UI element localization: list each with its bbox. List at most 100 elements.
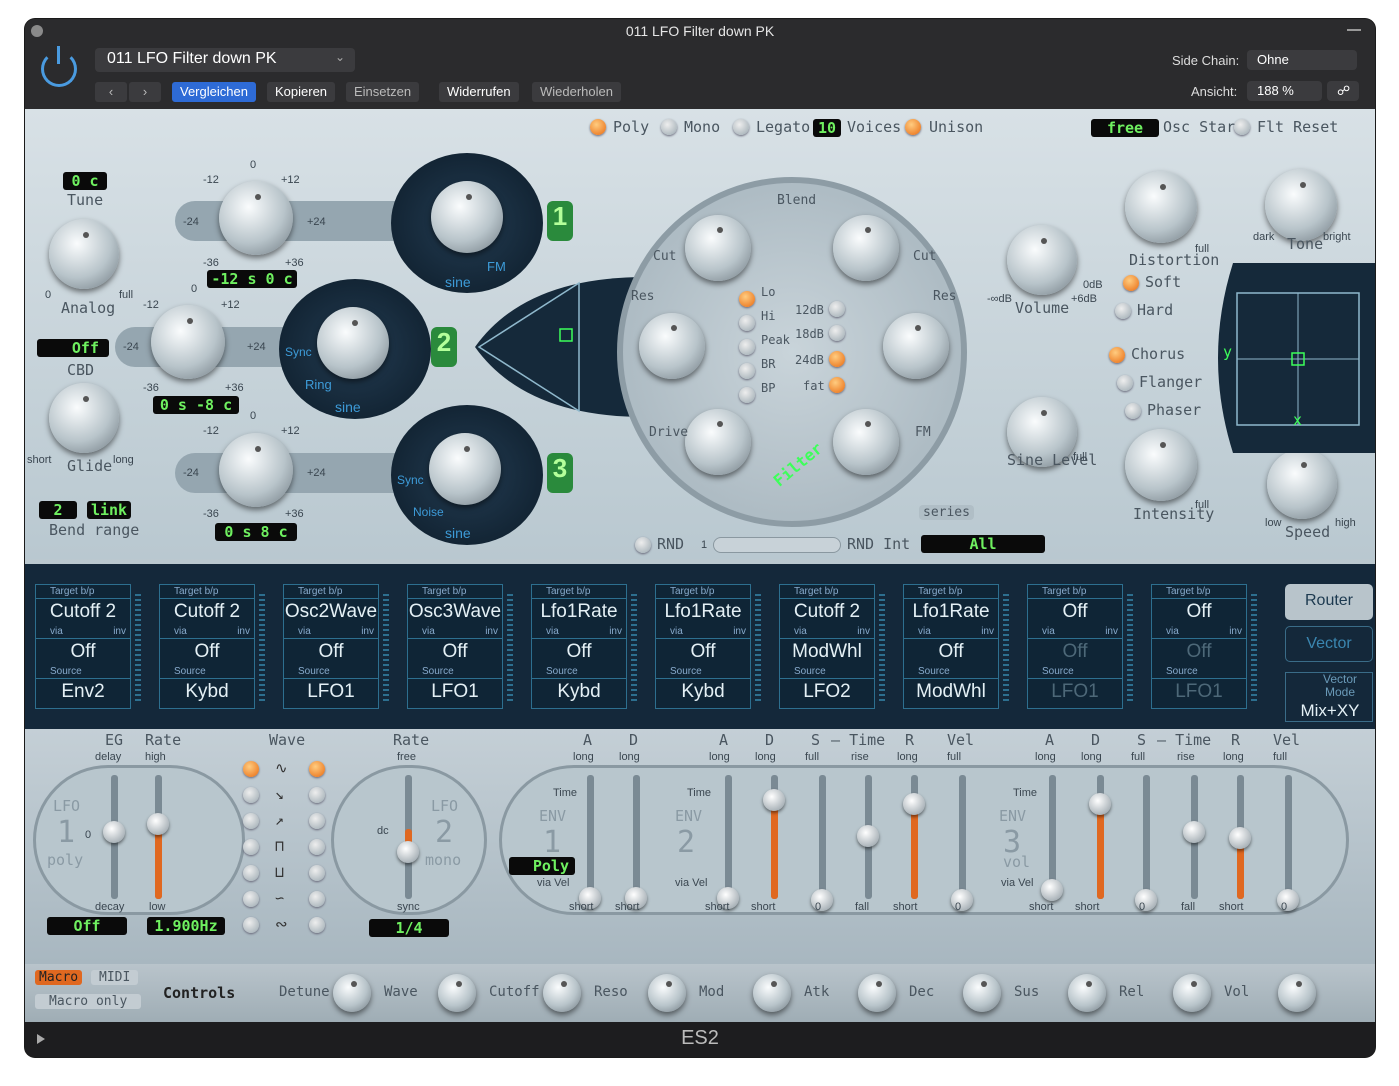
lo-led[interactable] [739, 291, 755, 307]
slot-source[interactable]: Env2 [36, 679, 130, 705]
hard-led[interactable] [1115, 303, 1131, 319]
macro-knob[interactable] [1173, 974, 1211, 1012]
rnd-led[interactable] [635, 537, 651, 553]
lfo2-wave-led[interactable] [309, 761, 325, 777]
slot-intensity-slider[interactable] [1127, 594, 1133, 704]
lfo1-wave-led[interactable] [243, 891, 259, 907]
slot-source[interactable]: ModWhl [904, 679, 998, 705]
slot-via[interactable]: Off [1152, 639, 1246, 665]
speed-knob[interactable] [1267, 449, 1337, 519]
lfo2-rate-fader[interactable] [397, 841, 419, 863]
filter1-res-knob[interactable] [639, 313, 705, 379]
lfo2-wave-led[interactable] [309, 813, 325, 829]
slot-intensity-slider[interactable] [1003, 594, 1009, 704]
slot-source[interactable]: LFO1 [1152, 679, 1246, 705]
next-preset-button[interactable]: › [129, 82, 161, 102]
macro-knob[interactable] [543, 974, 581, 1012]
macro-knob[interactable] [858, 974, 896, 1012]
chorus-led[interactable] [1109, 347, 1125, 363]
osc3-pitch-display[interactable]: 0 s 8 c [215, 523, 297, 541]
undo-button[interactable]: Widerrufen [439, 82, 519, 102]
slot-source[interactable]: Kybd [656, 679, 750, 705]
fat-led[interactable] [829, 377, 845, 393]
slot-source[interactable]: LFO1 [284, 679, 378, 705]
slot-via[interactable]: ModWhl [780, 639, 874, 665]
osc1-wave-knob[interactable] [431, 181, 503, 253]
vector-button[interactable]: Vector [1285, 626, 1373, 662]
router-button[interactable]: Router [1285, 584, 1373, 620]
slot-target[interactable]: Cutoff 2 [160, 599, 254, 625]
slot-via[interactable]: Off [408, 639, 502, 665]
lfo1-wave-led[interactable] [243, 787, 259, 803]
slot-intensity-slider[interactable] [383, 594, 389, 704]
soft-led[interactable] [1123, 275, 1139, 291]
volume-knob[interactable] [1007, 225, 1077, 295]
tune-display[interactable]: 0 c [63, 172, 107, 190]
filter-fm-knob[interactable] [833, 409, 899, 475]
slot-via[interactable]: Off [284, 639, 378, 665]
slot-target[interactable]: Cutoff 2 [780, 599, 874, 625]
slot-intensity-slider[interactable] [507, 594, 513, 704]
macro-knob[interactable] [1068, 974, 1106, 1012]
phaser-led[interactable] [1125, 403, 1141, 419]
osc1-pitch-knob[interactable] [219, 181, 293, 255]
glide-knob[interactable] [49, 383, 119, 453]
paste-button[interactable]: Einsetzen [346, 82, 420, 102]
macro-knob[interactable] [438, 974, 476, 1012]
rnd-target-display[interactable]: All [921, 535, 1045, 553]
osc2-wave-knob[interactable] [317, 307, 389, 379]
copy-button[interactable]: Kopieren [267, 82, 336, 102]
osc2-pitch-display[interactable]: 0 s -8 c [153, 396, 239, 414]
slot-intensity-slider[interactable] [631, 594, 637, 704]
distortion-knob[interactable] [1125, 171, 1197, 243]
macro-knob[interactable] [648, 974, 686, 1012]
unison-led[interactable] [905, 119, 921, 135]
macro-tab[interactable]: Macro [35, 970, 83, 985]
osc1-toggle[interactable]: 1 [547, 201, 573, 241]
cbd-display[interactable]: Off [37, 339, 109, 357]
slot-target[interactable]: Osc3Wave [408, 599, 502, 625]
voices-display[interactable]: 10 [813, 119, 841, 137]
slot-target[interactable]: Cutoff 2 [36, 599, 130, 625]
lfo1-eg-fader[interactable] [103, 821, 125, 843]
slot-intensity-slider[interactable] [1251, 594, 1257, 704]
filter2-res-knob[interactable] [883, 313, 949, 379]
link-icon[interactable]: ☍ [1327, 81, 1359, 101]
macro-knob[interactable] [963, 974, 1001, 1012]
slot-source[interactable]: Kybd [160, 679, 254, 705]
slot-intensity-slider[interactable] [755, 594, 761, 704]
flanger-led[interactable] [1117, 375, 1133, 391]
slot-via[interactable]: Off [160, 639, 254, 665]
macro-knob[interactable] [753, 974, 791, 1012]
env1-mode-display[interactable]: Poly [509, 857, 575, 875]
env-fader[interactable] [857, 825, 879, 847]
env-fader[interactable] [1089, 793, 1111, 815]
view-zoom-select[interactable]: 188 % [1247, 81, 1322, 101]
slot-target[interactable]: Lfo1Rate [656, 599, 750, 625]
slot-via[interactable]: Off [904, 639, 998, 665]
osc-start-display[interactable]: free [1091, 119, 1159, 137]
slot-target[interactable]: Off [1152, 599, 1246, 625]
poly-led[interactable] [590, 119, 606, 135]
vector-mode-field[interactable]: Vector Mode Mix+XY [1285, 672, 1373, 722]
lfo1-wave-led[interactable] [243, 761, 259, 777]
bp-led[interactable] [739, 387, 755, 403]
lfo2-wave-led[interactable] [309, 917, 325, 933]
legato-led[interactable] [733, 119, 749, 135]
12db-led[interactable] [829, 301, 845, 317]
slot-via[interactable]: Off [36, 639, 130, 665]
minimize-icon[interactable] [1347, 29, 1361, 31]
slot-source[interactable]: Kybd [532, 679, 626, 705]
analog-knob[interactable] [49, 219, 119, 289]
osc2-pitch-knob[interactable] [151, 305, 225, 379]
hi-led[interactable] [739, 315, 755, 331]
lfo2-wave-led[interactable] [309, 839, 325, 855]
slot-target[interactable]: Off [1028, 599, 1122, 625]
peak-led[interactable] [739, 339, 755, 355]
macro-knob[interactable] [333, 974, 371, 1012]
flt-reset-led[interactable] [1234, 119, 1250, 135]
compare-button[interactable]: Vergleichen [172, 82, 256, 102]
drive-knob[interactable] [685, 409, 751, 475]
rnd-slider[interactable] [713, 537, 841, 553]
power-icon[interactable] [41, 46, 77, 87]
